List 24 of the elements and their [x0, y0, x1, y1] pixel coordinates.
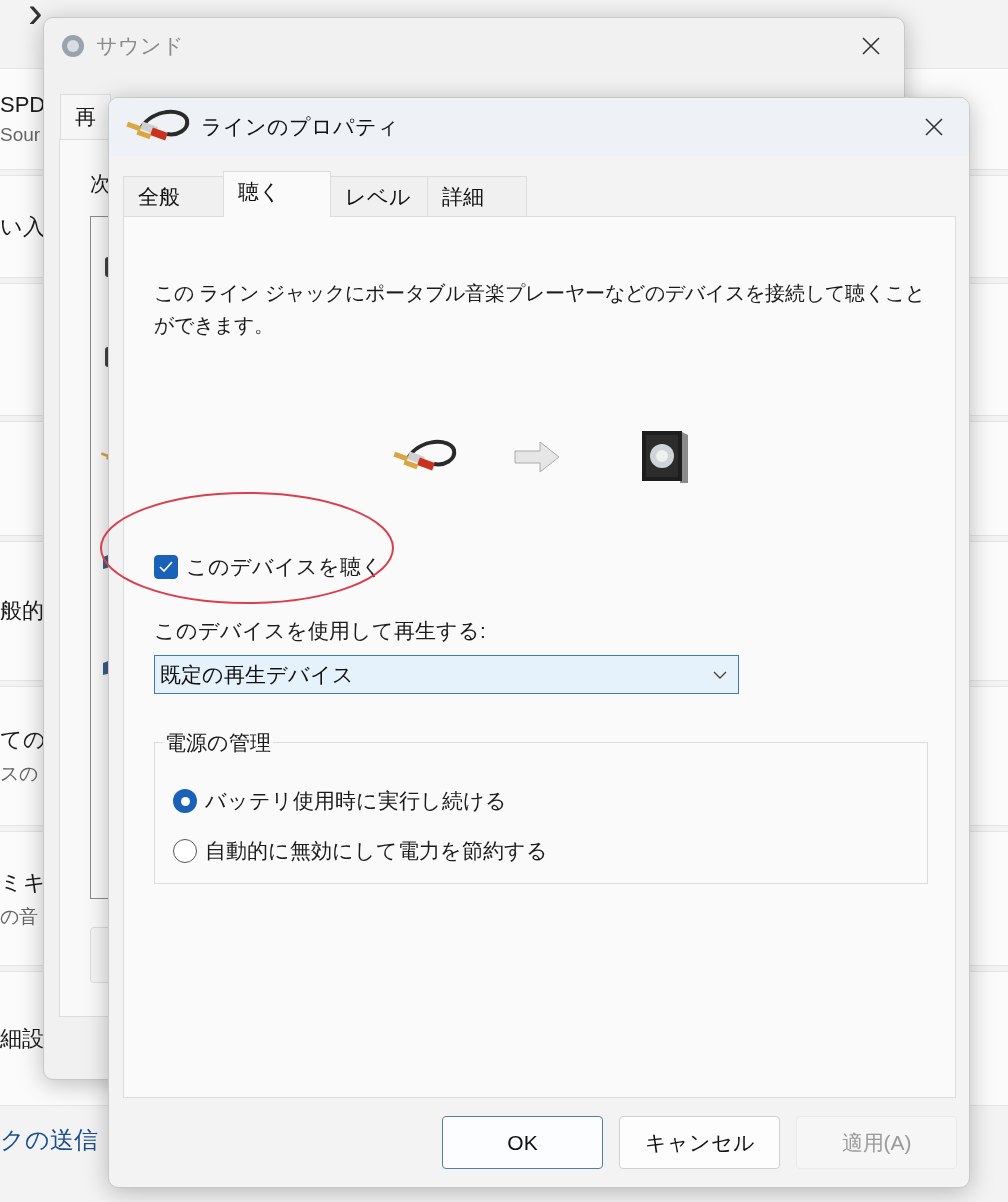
tab[interactable]: 全般 — [123, 176, 224, 216]
cancel-button[interactable]: キャンセル — [619, 1116, 780, 1169]
field-label: このデバイスを使用して再生する: — [154, 618, 487, 644]
setting-subtitle: スの — [0, 762, 38, 786]
setting-subtitle: の音 — [0, 904, 38, 929]
setting-title: 細設 — [0, 1024, 44, 1053]
chevron-text: › — [28, 0, 43, 24]
radio-label: バッテリ使用時に実行し続ける — [205, 788, 507, 814]
feedback-link[interactable]: クの送信 — [0, 1124, 98, 1156]
setting-title: い入 — [0, 212, 45, 241]
tab[interactable]: 再 — [60, 94, 111, 139]
description-text: この ライン ジャックにポータブル音楽プレーヤーなどのデバイスを接続して聴くことができます。 — [154, 281, 926, 338]
radio-label: 自動的に無効にして電力を節約する — [205, 838, 548, 864]
playback-device-dropdown[interactable]: 既定の再生デバイス — [154, 655, 739, 694]
window-title: ラインのプロパティ — [201, 114, 399, 140]
tab[interactable]: 詳細 — [427, 176, 527, 216]
tab[interactable]: 聴く — [223, 171, 331, 217]
ok-button[interactable]: OK — [442, 1116, 603, 1169]
setting-title: 般的 — [0, 597, 44, 625]
instruction-text: 次 — [90, 171, 111, 197]
window-title: サウンド — [96, 33, 184, 59]
setting-title: ミキ — [0, 868, 46, 897]
setting-title: SPD — [0, 92, 46, 118]
setting-subtitle: Sour — [0, 124, 41, 146]
